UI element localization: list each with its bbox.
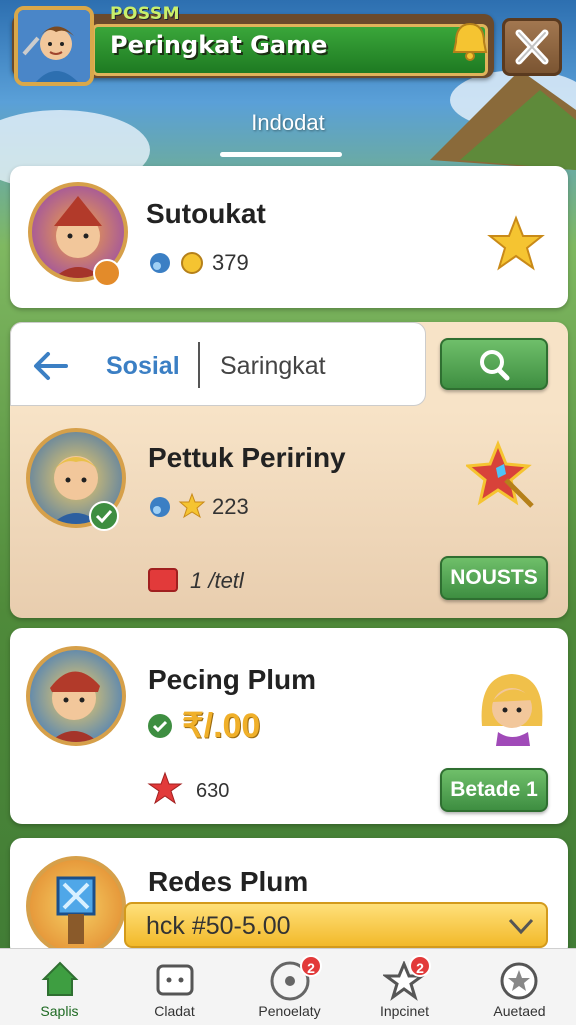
check-icon [148, 714, 172, 738]
nav-item-events[interactable]: 2 Penoelaty [232, 949, 347, 1025]
sword-icon [150, 253, 170, 273]
search-icon [480, 350, 510, 381]
player-price: ₹/.00 [182, 707, 261, 745]
player-score: 630 [196, 780, 230, 802]
player-portrait-icon [481, 674, 543, 746]
nav-label: Saplis [40, 1003, 79, 1019]
nav-item-home[interactable]: Saplis [2, 949, 117, 1025]
check-badge-icon [89, 501, 119, 531]
star-small-icon [178, 492, 206, 519]
sword-icon [150, 497, 170, 517]
price-banner-text: hck #50-5.00 [146, 912, 291, 940]
nav-item-chat[interactable]: Cladat [117, 949, 232, 1025]
nav-label: Penoelaty [258, 1003, 321, 1019]
player-score: 223 [212, 494, 249, 519]
betade-button[interactable]: Betade 1 [440, 768, 548, 812]
bottom-nav: Saplis Cladat 2 Penoelaty 2 Inpcinet Aue… [0, 948, 576, 1025]
player-name: Pettuk Peririny [148, 442, 346, 473]
notification-badge: 2 [300, 955, 322, 977]
tab-ranking[interactable]: Saringkat [220, 352, 326, 381]
badge-star-icon [500, 962, 538, 1000]
badge-icon [93, 259, 121, 287]
page-title: Peringkat Game [110, 31, 328, 59]
chevron-down-icon[interactable] [506, 914, 536, 938]
header-avatar[interactable] [14, 6, 94, 86]
tab-switcher [10, 322, 426, 406]
coin-icon [181, 252, 203, 274]
nav-label: Auetaed [493, 1003, 546, 1019]
tab-social[interactable]: Sosial [106, 352, 180, 381]
notification-badge: 2 [409, 955, 431, 977]
header-tag: POSSM [110, 4, 181, 24]
back-arrow-icon[interactable] [30, 348, 70, 384]
player-name: Redes Plum [148, 866, 309, 897]
red-star-icon [147, 771, 183, 805]
nav-item-achievements[interactable]: 2 Inpcinet [347, 949, 462, 1025]
tab-underline [220, 152, 342, 157]
ruby-icon [148, 568, 178, 592]
search-button[interactable] [440, 338, 548, 390]
player-avatar [26, 646, 126, 746]
player-score: 379 [212, 250, 249, 275]
nousts-button[interactable]: NOUSTS [440, 556, 548, 600]
player-avatar [26, 856, 126, 956]
tab-indodat[interactable]: Indodat [0, 110, 576, 136]
player-name: Pecing Plum [148, 664, 317, 695]
magic-star-icon[interactable] [466, 440, 540, 514]
player-name: Sutoukat [146, 198, 266, 229]
bell-icon[interactable] [446, 18, 494, 66]
home-icon [41, 961, 79, 996]
close-button[interactable] [502, 18, 562, 76]
nav-label: Cladat [154, 1003, 195, 1019]
star-icon[interactable] [486, 214, 546, 274]
close-icon [515, 29, 549, 65]
tab-divider [198, 342, 200, 388]
nav-item-profile[interactable]: Auetaed [462, 949, 576, 1025]
nav-label: Inpcinet [379, 1003, 430, 1019]
reward-text: 1 /tetl [190, 568, 244, 593]
chat-icon [156, 964, 194, 996]
